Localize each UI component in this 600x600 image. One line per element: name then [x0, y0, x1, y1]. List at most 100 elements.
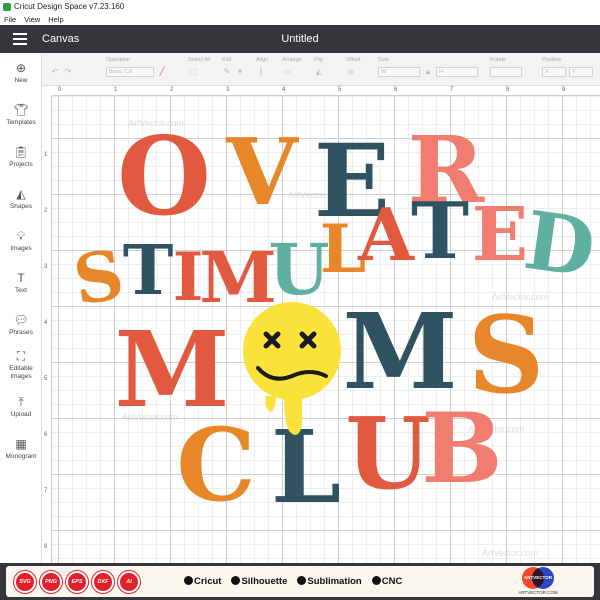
sidebar-item-projects[interactable]: 📋︎ Projects	[0, 145, 42, 169]
menu-help[interactable]: Help	[48, 15, 63, 24]
ruler-top-tick: 0	[58, 87, 62, 93]
format-badge-dxf: DXF	[92, 570, 114, 593]
upload-icon: ⤒	[18, 395, 24, 409]
brand-cnc: CNC	[371, 576, 402, 587]
undo-redo-group: ↶ ↷	[50, 57, 73, 77]
menu-view[interactable]: View	[24, 15, 40, 24]
lock-icon[interactable]: 🔒︎	[423, 67, 433, 77]
ruler-left-tick: 4	[44, 320, 48, 326]
sidebar-item-monogram[interactable]: ▦ Monogram	[0, 437, 42, 461]
align-label: Align	[256, 57, 269, 63]
size-width-input[interactable]: W	[378, 67, 420, 77]
size-height-input[interactable]: H	[436, 67, 478, 77]
ruler-left-tick: 5	[44, 376, 48, 382]
letter-o: O	[117, 114, 211, 240]
ruler-left: 1 2 3 4 5 6 7 8	[42, 96, 52, 563]
format-badge-eps: EPS	[66, 570, 88, 593]
ruler-left-tick: 2	[44, 208, 48, 214]
sidebar-label-phrases: Phrases	[9, 329, 33, 336]
arrange-icon[interactable]: ▭	[282, 67, 292, 77]
sidebar-item-templates[interactable]: 👕︎ Templates	[0, 103, 42, 127]
sidebar-label-images: Images	[10, 245, 32, 252]
sidebar-item-images[interactable]: 💡︎ Images	[0, 229, 42, 253]
offset-icon[interactable]: ◎	[346, 67, 356, 77]
logo-text-top: ARTVECTOR	[524, 575, 552, 580]
select-all-icon[interactable]: ⬚	[188, 67, 198, 77]
ruler-left-tick: 3	[44, 264, 48, 270]
position-y-input[interactable]: Y	[569, 67, 593, 77]
sidebar-item-shapes[interactable]: ◭ Shapes	[0, 187, 42, 211]
sidebar-item-upload[interactable]: ⤒ Upload	[0, 395, 42, 419]
silhouette-logo-icon	[231, 576, 241, 585]
rotate-group: Rotate	[490, 57, 522, 77]
hamburger-menu-icon[interactable]	[0, 25, 40, 53]
ruler-top: 0 1 2 3 4 5 6 7 8 9	[52, 86, 600, 96]
letter-t: T	[123, 231, 174, 311]
operation-label: Operation	[106, 57, 131, 63]
project-title-wrap: Untitled	[0, 33, 600, 45]
sidebar-item-phrases[interactable]: 💬︎ Phrases	[0, 313, 42, 337]
sidebar-item-text[interactable]: T Text	[0, 271, 42, 295]
size-label: Size	[378, 57, 389, 63]
sidebar-label-new: New	[14, 77, 28, 84]
letter-m: M	[199, 236, 277, 319]
sublimation-logo-icon	[297, 576, 307, 585]
select-all-label: Select All	[188, 57, 211, 63]
menu-file[interactable]: File	[4, 15, 16, 24]
sidebar-item-editable-images[interactable]: ⛶ Editable Images	[0, 349, 42, 380]
design-canvas[interactable]: ArtVector.com ArtVector.com ArtVector.co…	[52, 96, 600, 563]
ruler-left-tick: 1	[44, 152, 48, 158]
compatible-brands: Cricut Silhouette Sublimation CNC	[184, 576, 402, 587]
ruler-top-tick: 3	[226, 87, 230, 93]
size-group: Size W 🔒︎ H	[378, 57, 478, 77]
lightbulb-icon: 💡︎	[16, 229, 26, 243]
project-title[interactable]: Untitled	[281, 33, 318, 45]
offset-label: Offset	[346, 57, 361, 63]
ruler-top-tick: 8	[506, 87, 510, 93]
ruler-left-tick: 7	[44, 488, 48, 494]
ruler-top-tick: 6	[394, 87, 398, 93]
align-group: Align ⫿	[256, 57, 268, 77]
ruler-top-tick: 4	[282, 87, 286, 93]
format-badge-svg: SVG	[14, 570, 36, 593]
brand-silhouette: Silhouette	[231, 576, 287, 587]
text-icon: T	[17, 271, 25, 285]
position-x-input[interactable]: X	[542, 67, 566, 77]
sidebar-item-new[interactable]: ⊕ New	[0, 61, 42, 85]
promo-footer: SVG PNG EPS DXF AI Cricut Silhouette Sub…	[0, 563, 600, 600]
sidebar-label-upload: Upload	[10, 411, 32, 418]
edit-toolbar: ↶ ↷ Operation Basic Cut ╱ Select All ⬚ Ed…	[42, 53, 600, 86]
artvector-logo: ARTVECTOR ARTVECTOR.COM	[518, 567, 558, 596]
ruler-top-tick: 1	[114, 87, 118, 93]
rotate-input[interactable]	[490, 67, 522, 77]
select-all-group: Select All ⬚	[188, 57, 211, 77]
flip-icon[interactable]: ◭	[314, 67, 324, 77]
sidebar-label-editable-images: Editable Images	[9, 365, 33, 380]
edit-dropdown-icon[interactable]: ▾	[235, 67, 245, 77]
edit-icon[interactable]: ✎	[222, 67, 232, 77]
cnc-logo-icon	[371, 576, 381, 585]
arrange-group: Arrange ▭	[282, 57, 302, 77]
window-title: Cricut Design Space v7.23.160	[14, 2, 125, 11]
sidebar-label-text: Text	[15, 287, 27, 294]
operation-select[interactable]: Basic Cut	[106, 67, 154, 77]
undo-icon[interactable]: ↶	[50, 67, 60, 77]
editable-image-icon: ⛶	[16, 349, 26, 363]
letter-l: L	[271, 408, 341, 526]
clipboard-icon: 📋︎	[13, 145, 29, 159]
monogram-icon: ▦	[15, 437, 27, 451]
align-icon[interactable]: ⫿	[256, 67, 266, 77]
menu-bar: File View Help	[0, 13, 600, 25]
ruler-top-tick: 9	[562, 87, 566, 93]
redo-icon[interactable]: ↷	[63, 67, 73, 77]
design-artwork[interactable]: O V E R S T I M U L A T E D M M S C L U …	[52, 96, 600, 563]
format-badge-ai: AI	[118, 570, 140, 593]
ruler-top-tick: 5	[338, 87, 342, 93]
edit-label: Edit	[222, 57, 232, 63]
offset-group: Offset ◎	[346, 57, 361, 77]
cricut-app-icon	[3, 2, 11, 11]
flip-group: Flip ◭	[314, 57, 324, 77]
app-header: Untitled Canvas	[0, 25, 600, 53]
sidebar-label-shapes: Shapes	[9, 203, 33, 210]
cricut-logo-icon	[184, 576, 193, 585]
